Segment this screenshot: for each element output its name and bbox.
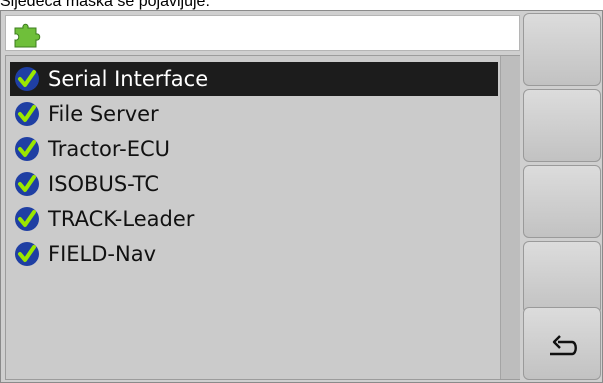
terminal-screen: Serial Interface File Server Tractor-ECU… (0, 10, 603, 383)
checkmark-icon (15, 102, 39, 126)
softkey-1[interactable] (523, 13, 601, 86)
softkey-3[interactable] (523, 165, 601, 238)
checkmark-icon (15, 172, 39, 196)
list-item-isobus-tc[interactable]: ISOBUS-TC (10, 167, 498, 201)
checkmark-icon (15, 207, 39, 231)
checkmark-icon (15, 67, 39, 91)
back-arrow-icon (550, 335, 577, 356)
list-item-tractor-ecu[interactable]: Tractor-ECU (10, 132, 498, 166)
softkey-2[interactable] (523, 89, 601, 162)
checkmark-icon (15, 137, 39, 161)
header-bar (5, 15, 520, 51)
list-item-label: Serial Interface (48, 67, 209, 91)
list-item-field-nav[interactable]: FIELD-Nav (10, 237, 498, 271)
list-item-label: FIELD-Nav (48, 242, 156, 266)
softkey-4[interactable] (523, 241, 601, 314)
list-item-label: ISOBUS-TC (48, 172, 160, 196)
back-button[interactable] (523, 307, 601, 380)
list-item-label: Tractor-ECU (48, 137, 171, 161)
puzzle-plugin-icon (14, 23, 41, 48)
list-item-serial-interface[interactable]: Serial Interface (10, 62, 498, 96)
scrollbar[interactable] (500, 56, 520, 379)
list-item-file-server[interactable]: File Server (10, 97, 498, 131)
list-item-track-leader[interactable]: TRACK-Leader (10, 202, 498, 236)
list-item-label: TRACK-Leader (48, 207, 195, 231)
list-item-label: File Server (48, 102, 159, 126)
plugin-list: Serial Interface File Server Tractor-ECU… (5, 55, 520, 380)
checkmark-icon (15, 242, 39, 266)
